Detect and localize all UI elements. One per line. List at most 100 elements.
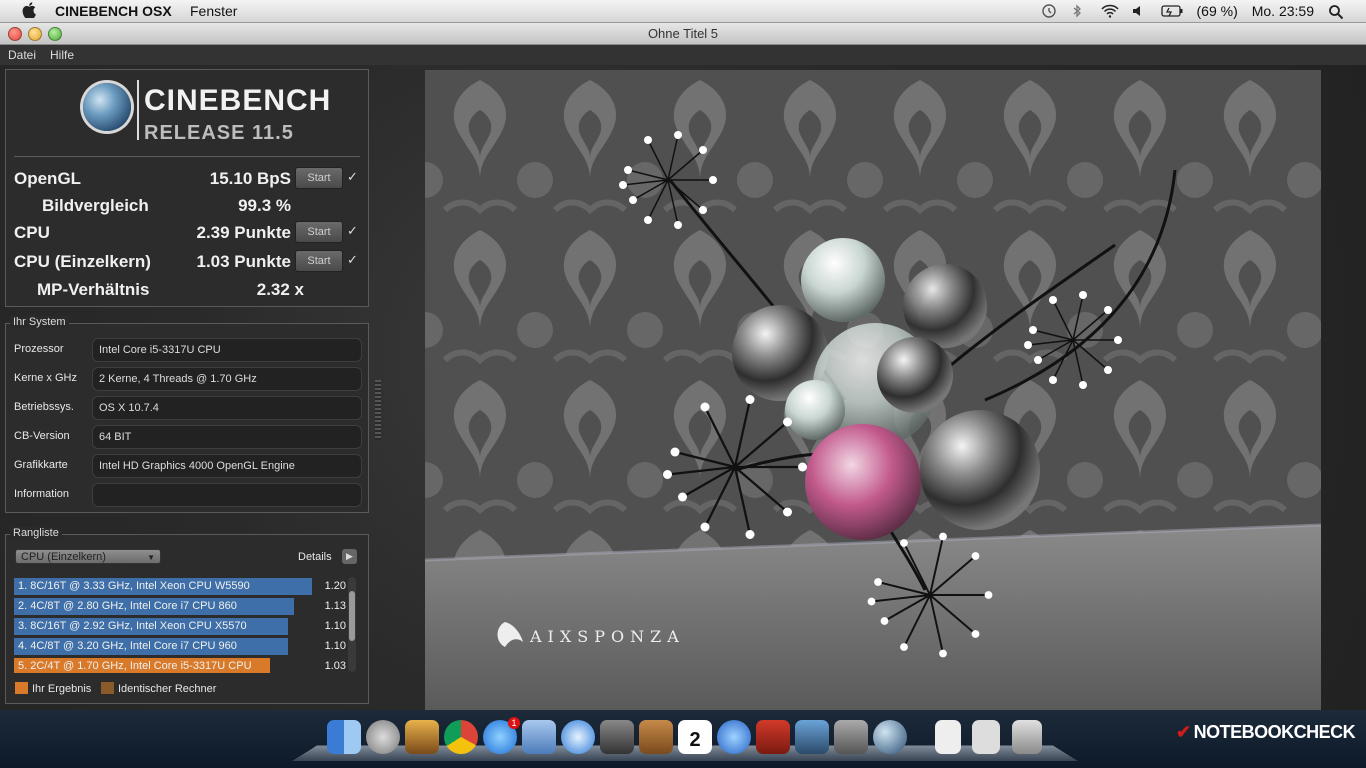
system-row-grafikkarte: Grafikkarte Intel HD Graphics 4000 OpenG… — [14, 454, 362, 478]
ranking-item-label: 5. 2C/4T @ 1.70 GHz, Intel Core i5-3317U… — [18, 660, 252, 672]
bildvergleich-label: Bildvergleich — [42, 196, 149, 215]
app-store-icon[interactable]: 1 — [483, 717, 520, 754]
cpu-single-checkbox[interactable]: ✓ — [347, 253, 361, 267]
ranking-item[interactable]: 1. 8C/16T @ 3.33 GHz, Intel Xeon CPU W55… — [14, 577, 346, 597]
iphoto-icon[interactable] — [795, 720, 829, 754]
cpu-checkbox[interactable]: ✓ — [347, 224, 361, 238]
system-row-cb-version: CB-Version 64 BIT — [14, 425, 362, 449]
ranking-item[interactable]: 2. 4C/8T @ 2.80 GHz, Intel Core i7 CPU 8… — [14, 597, 346, 617]
system-value: Intel HD Graphics 4000 OpenGL Engine — [92, 454, 362, 478]
opengl-checkbox[interactable]: ✓ — [347, 170, 361, 184]
cpu-value: 2.39 Punkte — [196, 223, 292, 242]
ranking-panel: Rangliste CPU (Einzelkern) ▼ Details ▶ 1… — [5, 527, 369, 704]
menu-fenster[interactable]: Fenster — [190, 3, 237, 19]
app-store-badge: 1 — [508, 717, 520, 729]
cpu-single-label: CPU (Einzelkern) — [14, 252, 151, 271]
bluetooth-icon[interactable] — [1071, 4, 1087, 18]
app-icon[interactable] — [405, 720, 439, 754]
system-label: Information — [14, 488, 70, 500]
app-name-menu[interactable]: CINEBENCH OSX — [55, 3, 172, 19]
wifi-icon[interactable] — [1100, 4, 1119, 18]
system-value: OS X 10.7.4 — [92, 396, 362, 420]
trash-icon[interactable] — [1012, 720, 1042, 754]
cinebench-logo-icon — [81, 80, 141, 140]
facetime-icon[interactable] — [600, 720, 634, 754]
volume-icon[interactable] — [1131, 4, 1147, 18]
system-row-os: Betriebssys. OS X 10.7.4 — [14, 396, 362, 420]
scrollbar-thumb[interactable] — [349, 591, 355, 641]
battery-icon[interactable] — [1160, 4, 1183, 18]
photo-booth-icon[interactable] — [756, 720, 790, 754]
score-panel: CINEBENCH RELEASE 11.5 OpenGL 15.10 BpS … — [5, 69, 369, 307]
render-viewport: AIXSPONZA — [425, 70, 1321, 710]
brand-release: RELEASE 11.5 — [144, 122, 294, 144]
opengl-start-button[interactable]: Start — [295, 167, 343, 189]
ranking-item-score: 1.10 — [324, 620, 346, 632]
document-icon[interactable] — [935, 720, 961, 754]
spotlight-icon[interactable] — [1328, 4, 1344, 20]
swatch-identical — [101, 682, 114, 694]
brand-name: CINEBENCH — [144, 84, 332, 117]
finder-icon[interactable] — [327, 720, 361, 754]
apple-icon[interactable] — [22, 2, 36, 22]
chevron-down-icon: ▼ — [147, 553, 155, 562]
information-field[interactable] — [92, 483, 362, 507]
system-row-prozessor: Prozessor Intel Core i5-3317U CPU — [14, 338, 362, 362]
menu-hilfe[interactable]: Hilfe — [50, 48, 74, 62]
app-menu-bar: Datei Hilfe — [0, 45, 1366, 65]
dock: 1 2 — [0, 710, 1366, 768]
cpu-single-value: 1.03 Punkte — [196, 252, 292, 271]
menubar: CINEBENCH OSX Fenster (69 %) Mo. 23:59 — [0, 0, 1366, 23]
ranking-item[interactable]: 3. 8C/16T @ 2.92 GHz, Intel Xeon CPU X55… — [14, 617, 346, 637]
safari-icon[interactable] — [561, 720, 595, 754]
bildvergleich-value: 99.3 % — [238, 196, 291, 215]
cpu-single-start-button[interactable]: Start — [295, 250, 343, 272]
panel-splitter-handle[interactable] — [375, 380, 381, 440]
system-value: 64 BIT — [92, 425, 362, 449]
system-label: Grafikkarte — [14, 459, 68, 471]
details-label[interactable]: Details — [298, 551, 332, 563]
details-arrow-button[interactable]: ▶ — [342, 549, 357, 564]
ranking-item[interactable]: 5. 2C/4T @ 1.70 GHz, Intel Core i5-3317U… — [14, 657, 346, 673]
ranking-item-label: 1. 8C/16T @ 3.33 GHz, Intel Xeon CPU W55… — [18, 580, 250, 592]
ranking-list[interactable]: 1. 8C/16T @ 3.33 GHz, Intel Xeon CPU W55… — [14, 577, 346, 673]
swatch-own — [15, 682, 28, 694]
system-preferences-icon[interactable] — [834, 720, 868, 754]
ranking-type-select[interactable]: CPU (Einzelkern) ▼ — [15, 549, 161, 564]
system-label: Betriebssys. — [14, 401, 74, 413]
ranking-item-score: 1.10 — [324, 640, 346, 652]
opengl-value: 15.10 BpS — [209, 169, 291, 188]
ranking-scrollbar[interactable] — [348, 577, 356, 672]
cinebench-icon[interactable] — [873, 720, 907, 754]
divider — [14, 156, 360, 157]
menubar-clock[interactable]: Mo. 23:59 — [1252, 3, 1314, 19]
opengl-label: OpenGL — [14, 169, 82, 188]
ranking-type-value: CPU (Einzelkern) — [21, 551, 106, 563]
chrome-icon[interactable] — [444, 720, 478, 754]
ranking-item-score: 1.03 — [324, 660, 346, 672]
ranking-item-label: 3. 8C/16T @ 2.92 GHz, Intel Xeon CPU X55… — [18, 620, 247, 632]
preview-icon[interactable] — [972, 720, 1000, 754]
time-machine-icon[interactable] — [1041, 4, 1057, 18]
ranking-item-score: 1.20 — [324, 580, 346, 592]
mail-icon[interactable] — [522, 720, 556, 754]
system-value: Intel Core i5-3317U CPU — [92, 338, 362, 362]
ranking-legend: Rangliste — [10, 527, 62, 539]
legend-own-result: Ihr Ergebnis — [15, 682, 91, 695]
mp-label: MP-Verhältnis — [37, 280, 150, 299]
menubar-status: (69 %) Mo. 23:59 — [1041, 0, 1366, 22]
launchpad-icon[interactable] — [366, 720, 400, 754]
itunes-icon[interactable] — [717, 720, 751, 754]
system-label: CB-Version — [14, 430, 70, 442]
window-titlebar[interactable]: Ohne Titel 5 — [0, 23, 1366, 45]
calendar-icon[interactable]: 2 — [678, 720, 712, 754]
address-book-icon[interactable] — [639, 720, 673, 754]
ranking-item[interactable]: 4. 4C/8T @ 3.20 GHz, Intel Core i7 CPU 9… — [14, 637, 346, 657]
battery-percent: (69 %) — [1196, 3, 1238, 19]
render-image: AIXSPONZA — [425, 70, 1321, 710]
system-label: Prozessor — [14, 343, 64, 355]
cpu-start-button[interactable]: Start — [295, 221, 343, 243]
notebookcheck-watermark: ✔ NOTEBOOKCHECK — [1176, 722, 1356, 743]
menu-datei[interactable]: Datei — [8, 48, 36, 62]
notebookcheck-v-icon: ✔ — [1176, 722, 1191, 742]
